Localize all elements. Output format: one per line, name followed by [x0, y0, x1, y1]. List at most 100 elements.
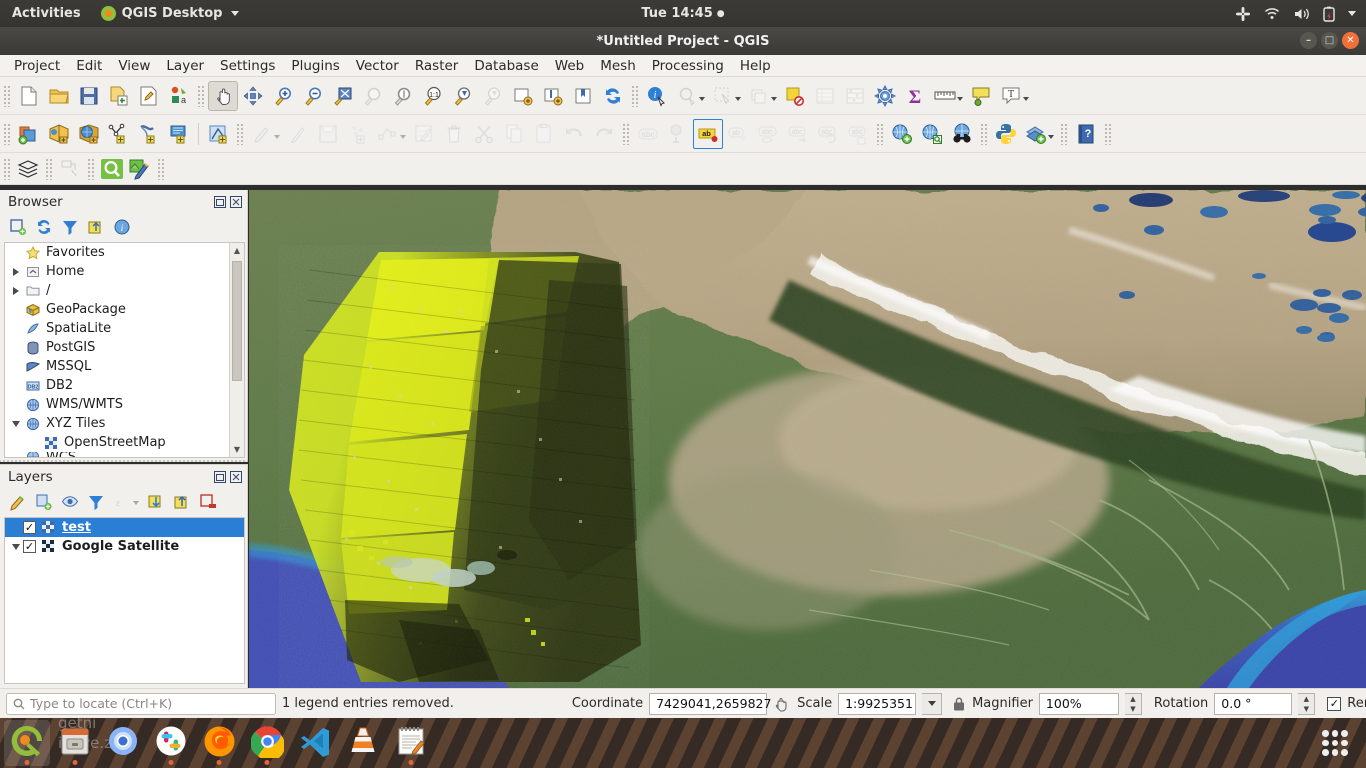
highlight-pinned-labels-icon[interactable]: ab: [693, 118, 723, 149]
expander-icon[interactable]: [9, 281, 23, 300]
wifi-icon[interactable]: [1264, 7, 1280, 20]
undo-icon[interactable]: [559, 119, 589, 149]
new-project-icon[interactable]: [14, 81, 44, 111]
browser-item-db2[interactable]: DB2 DB2: [5, 376, 244, 395]
plugin-manager-icon[interactable]: [1021, 119, 1051, 149]
minimize-button[interactable]: –: [1300, 32, 1317, 49]
toolbar-grip[interactable]: [980, 122, 988, 145]
menu-vector[interactable]: Vector: [348, 56, 407, 76]
toggle-editing-icon[interactable]: [203, 119, 233, 149]
dock-item-files[interactable]: [52, 720, 98, 766]
magnifier-field[interactable]: 100%: [1038, 692, 1119, 715]
menu-edit[interactable]: Edit: [68, 56, 110, 76]
toolbar-grip[interactable]: [87, 157, 95, 180]
zoom-to-selection-icon[interactable]: [358, 81, 388, 111]
menu-settings[interactable]: Settings: [212, 56, 283, 76]
move-label-icon[interactable]: abc: [783, 119, 813, 149]
select-features-icon[interactable]: [708, 81, 738, 111]
zoom-out-icon[interactable]: [298, 81, 328, 111]
dock-item-text-editor[interactable]: [388, 720, 434, 766]
scrollbar-thumb[interactable]: [232, 261, 242, 381]
scroll-down-icon[interactable]: ▼: [230, 442, 244, 457]
metasearch-plugin-icon[interactable]: [98, 156, 126, 182]
metasearch-add-icon[interactable]: [887, 119, 917, 149]
toolbar-grip[interactable]: [876, 122, 884, 145]
layer-diagram-icon[interactable]: [663, 119, 693, 149]
add-raster-layer-icon[interactable]: [74, 119, 104, 149]
measure-line-icon[interactable]: [930, 81, 960, 111]
open-layer-styling-panel-icon[interactable]: [6, 491, 30, 513]
scale-field[interactable]: 1:9925351: [838, 692, 917, 715]
coordinate-field[interactable]: 7429041,2659827: [649, 692, 771, 715]
menu-view[interactable]: View: [110, 56, 158, 76]
activities-button[interactable]: Activities: [0, 0, 91, 27]
close-button[interactable]: ✕: [1342, 32, 1359, 49]
qgis2web-plugin-icon[interactable]: [126, 156, 154, 182]
slack-icon[interactable]: [1235, 6, 1251, 22]
save-project-as-icon[interactable]: [104, 81, 134, 111]
dock-item-firefox[interactable]: [196, 720, 242, 766]
deselect-features-icon[interactable]: [744, 81, 774, 111]
rotation-stepper[interactable]: ▲ ▼: [1298, 692, 1316, 715]
app-menu-button[interactable]: QGIS Desktop: [91, 0, 250, 27]
show-applications-icon[interactable]: [1322, 730, 1348, 756]
metasearch-search-icon[interactable]: [917, 119, 947, 149]
filter-browser-icon[interactable]: [58, 216, 82, 238]
system-indicators[interactable]: [1235, 6, 1366, 22]
toolbar-grip[interactable]: [622, 122, 630, 145]
browser-item-geopackage[interactable]: GeoPackage: [5, 300, 244, 319]
menu-plugins[interactable]: Plugins: [283, 56, 347, 76]
remove-layer-icon[interactable]: [196, 491, 220, 513]
collapse-all-icon[interactable]: [84, 216, 108, 238]
zoom-in-icon[interactable]: [268, 81, 298, 111]
locator-search-input[interactable]: Type to locate (Ctrl+K): [6, 692, 276, 715]
help-contents-icon[interactable]: ?: [1071, 119, 1101, 149]
browser-item-spatialite[interactable]: SpatiaLite: [5, 319, 244, 338]
refresh-icon[interactable]: [32, 216, 56, 238]
browser-item-postgis[interactable]: PostGIS: [5, 338, 244, 357]
vertex-tool-icon[interactable]: [373, 119, 403, 149]
close-icon[interactable]: [229, 195, 243, 209]
add-group-icon[interactable]: [32, 491, 56, 513]
dock-item-chrome[interactable]: [244, 720, 290, 766]
statistical-summary-icon[interactable]: Σ: [900, 81, 930, 111]
zoom-full-icon[interactable]: [328, 81, 358, 111]
toolbar-grip[interactable]: [197, 84, 205, 107]
scroll-up-icon[interactable]: ▲: [230, 243, 244, 258]
add-mesh-layer-icon[interactable]: [104, 119, 134, 149]
toolbar-grip[interactable]: [236, 122, 244, 145]
menu-web[interactable]: Web: [547, 56, 592, 76]
dock-item-chromium[interactable]: [100, 720, 146, 766]
edit-pencil-icon[interactable]: [247, 119, 277, 149]
add-virtual-layer-icon[interactable]: [164, 119, 194, 149]
paste-features-icon[interactable]: [529, 119, 559, 149]
toolbar-grip[interactable]: [3, 122, 11, 145]
menu-project[interactable]: Project: [6, 56, 68, 76]
dock-item-vscode[interactable]: [292, 720, 338, 766]
panel-splitter[interactable]: [0, 458, 248, 464]
delete-selected-icon[interactable]: [439, 119, 469, 149]
zoom-to-layer-icon[interactable]: [388, 81, 418, 111]
map-tips-icon[interactable]: [966, 81, 996, 111]
expand-all-icon[interactable]: [144, 491, 168, 513]
render-checkbox[interactable]: ✓: [1327, 696, 1342, 711]
open-attribute-table-icon[interactable]: [810, 81, 840, 111]
menu-processing[interactable]: Processing: [644, 56, 732, 76]
toolbar-grip[interactable]: [157, 157, 165, 180]
menu-help[interactable]: Help: [732, 56, 779, 76]
map-canvas[interactable]: [249, 190, 1366, 688]
field-calculator-icon[interactable]: [840, 81, 870, 111]
toolbar-grip[interactable]: [45, 157, 53, 180]
menu-layer[interactable]: Layer: [158, 56, 212, 76]
edit-feature-icon[interactable]: [283, 119, 313, 149]
browser-scrollbar[interactable]: ▲ ▼: [229, 243, 244, 457]
dock-item-qgis[interactable]: [4, 720, 50, 766]
volume-icon[interactable]: [1293, 7, 1310, 21]
run-feature-action-icon[interactable]: [672, 81, 702, 111]
dock-item-slack[interactable]: [148, 720, 194, 766]
refresh-icon[interactable]: [598, 81, 628, 111]
layer-visibility-checkbox[interactable]: ✓: [23, 521, 36, 534]
chevron-down-icon[interactable]: [1348, 11, 1356, 16]
filter-legend-icon[interactable]: [84, 491, 108, 513]
undock-icon[interactable]: [213, 470, 227, 484]
